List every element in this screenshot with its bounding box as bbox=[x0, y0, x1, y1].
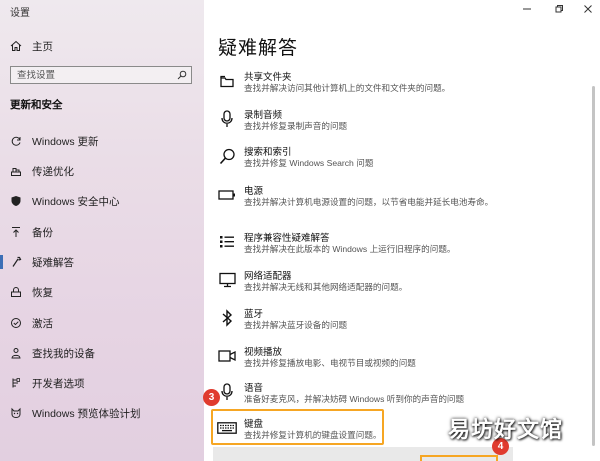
run-troubleshooter-button-highlight[interactable] bbox=[420, 455, 498, 461]
restore-icon bbox=[555, 5, 563, 13]
close-icon bbox=[584, 5, 592, 13]
troubleshooter-program-compatibility[interactable]: 程序兼容性疑难解答 查找并解决在此版本的 Windows 上运行旧程序的问题。 bbox=[212, 227, 502, 263]
find-device-person-icon bbox=[9, 347, 23, 359]
shared-folder-icon bbox=[217, 70, 237, 92]
page-title: 疑难解答 bbox=[218, 38, 299, 59]
sidebar-item-label: 恢复 bbox=[32, 286, 53, 299]
sidebar-item-troubleshoot[interactable]: 疑难解答 bbox=[0, 249, 204, 275]
search-magnifier-icon bbox=[217, 145, 237, 167]
step-3-badge: 3 bbox=[203, 389, 220, 406]
minimize-button[interactable] bbox=[511, 0, 543, 18]
shield-icon bbox=[9, 195, 23, 207]
troubleshooter-description: 查找并修复 Windows Search 问题 bbox=[244, 158, 374, 168]
troubleshooter-speech[interactable]: 语音 准备好麦克风，并解决妨碍 Windows 听到你的声音的问题 bbox=[212, 377, 502, 413]
home-icon bbox=[9, 40, 23, 52]
troubleshooter-description: 准备好麦克风，并解决妨碍 Windows 听到你的声音的问题 bbox=[244, 394, 465, 404]
sidebar-item-recovery[interactable]: 恢复 bbox=[0, 279, 204, 305]
sidebar-item-label: 主页 bbox=[32, 40, 53, 53]
troubleshooter-network-adapter[interactable]: 网络适配器 查找并解决无线和其他网络适配器的问题。 bbox=[212, 265, 502, 301]
sidebar: 设置 主页 更新和安全 Windows 更新 传递优化 Windows 安全中心 bbox=[0, 0, 204, 461]
sidebar-item-find-my-device[interactable]: 查找我的设备 bbox=[0, 340, 204, 366]
insider-cat-icon bbox=[9, 407, 23, 419]
troubleshooter-description: 查找并解决在此版本的 Windows 上运行旧程序的问题。 bbox=[244, 244, 456, 254]
activation-check-icon bbox=[9, 317, 23, 329]
program-list-icon bbox=[217, 231, 237, 253]
sidebar-item-label: 查找我的设备 bbox=[32, 347, 95, 360]
settings-search-input[interactable] bbox=[11, 69, 173, 81]
window-title: 设置 bbox=[10, 8, 30, 19]
delivery-optimization-icon bbox=[9, 165, 23, 177]
troubleshooter-search-indexing[interactable]: 搜索和索引 查找并修复 Windows Search 问题 bbox=[212, 141, 502, 177]
sidebar-item-label: 激活 bbox=[32, 317, 53, 330]
settings-search-box[interactable] bbox=[10, 66, 192, 84]
troubleshooter-name: 电源 bbox=[244, 186, 264, 197]
scrollbar[interactable] bbox=[592, 86, 595, 446]
developer-options-icon bbox=[9, 377, 23, 389]
section-heading: 更新和安全 bbox=[10, 99, 63, 111]
bluetooth-icon bbox=[217, 307, 237, 329]
troubleshooter-description: 查找并修复录制声音的问题 bbox=[244, 121, 348, 131]
microphone-icon bbox=[217, 108, 237, 130]
troubleshooter-recording-audio[interactable]: 录制音频 查找并修复录制声音的问题 bbox=[212, 104, 502, 140]
sidebar-item-windows-insider[interactable]: Windows 预览体验计划 bbox=[0, 400, 204, 426]
wrench-icon bbox=[9, 256, 23, 268]
keyboard-highlight-box bbox=[211, 409, 384, 445]
troubleshooter-name: 程序兼容性疑难解答 bbox=[244, 233, 330, 244]
troubleshooter-name: 网络适配器 bbox=[244, 271, 292, 282]
backup-arrow-icon bbox=[9, 226, 23, 238]
troubleshooter-description: 查找并解决访问其他计算机上的文件和文件夹的问题。 bbox=[244, 83, 451, 93]
sidebar-item-label: Windows 预览体验计划 bbox=[32, 407, 141, 420]
watermark-text: 易坊好文馆 bbox=[448, 418, 564, 443]
troubleshooter-description: 查找并解决无线和其他网络适配器的问题。 bbox=[244, 282, 408, 292]
troubleshooter-name: 语音 bbox=[244, 383, 264, 394]
troubleshooter-name: 录制音频 bbox=[244, 110, 283, 121]
sidebar-item-label: 传递优化 bbox=[32, 165, 74, 178]
troubleshooter-video-playback[interactable]: 视频播放 查找并修复播放电影、电视节目或视频的问题 bbox=[212, 341, 502, 377]
sidebar-item-delivery-optimization[interactable]: 传递优化 bbox=[0, 158, 204, 184]
sidebar-item-developer-options[interactable]: 开发者选项 bbox=[0, 370, 204, 396]
network-adapter-icon bbox=[217, 269, 237, 291]
video-camera-icon bbox=[217, 345, 237, 367]
speech-microphone-icon bbox=[217, 381, 237, 403]
sidebar-item-label: 疑难解答 bbox=[32, 256, 74, 269]
troubleshooter-name: 共享文件夹 bbox=[244, 72, 292, 83]
sidebar-item-windows-security[interactable]: Windows 安全中心 bbox=[0, 188, 204, 214]
sidebar-item-label: 开发者选项 bbox=[32, 377, 85, 390]
troubleshooter-name: 搜索和索引 bbox=[244, 147, 292, 158]
sidebar-item-label: Windows 安全中心 bbox=[32, 195, 120, 208]
troubleshooter-description: 查找并解决计算机电源设置的问题，以节省电能并延长电池寿命。 bbox=[244, 197, 494, 207]
troubleshooter-shared-folders[interactable]: 共享文件夹 查找并解决访问其他计算机上的文件和文件夹的问题。 bbox=[212, 66, 502, 102]
sidebar-item-label: 备份 bbox=[32, 226, 53, 239]
search-icon[interactable] bbox=[173, 70, 191, 80]
battery-icon bbox=[217, 184, 237, 206]
troubleshooter-description: 查找并修复播放电影、电视节目或视频的问题 bbox=[244, 358, 416, 368]
maximize-button[interactable] bbox=[543, 0, 575, 18]
troubleshooter-name: 蓝牙 bbox=[244, 309, 264, 320]
troubleshooter-description: 查找并解决蓝牙设备的问题 bbox=[244, 320, 348, 330]
sidebar-item-backup[interactable]: 备份 bbox=[0, 219, 204, 245]
sync-icon bbox=[9, 135, 23, 147]
sidebar-item-activation[interactable]: 激活 bbox=[0, 310, 204, 336]
close-button[interactable] bbox=[572, 0, 600, 18]
troubleshooter-name: 视频播放 bbox=[244, 347, 283, 358]
recovery-icon bbox=[9, 286, 23, 298]
troubleshooter-power[interactable]: 电源 查找并解决计算机电源设置的问题，以节省电能并延长电池寿命。 bbox=[212, 180, 502, 216]
sidebar-item-label: Windows 更新 bbox=[32, 135, 99, 148]
troubleshooter-bluetooth[interactable]: 蓝牙 查找并解决蓝牙设备的问题 bbox=[212, 303, 502, 339]
sidebar-item-home[interactable]: 主页 bbox=[0, 33, 204, 59]
sidebar-item-windows-update[interactable]: Windows 更新 bbox=[0, 128, 204, 154]
minimize-icon bbox=[523, 8, 531, 10]
